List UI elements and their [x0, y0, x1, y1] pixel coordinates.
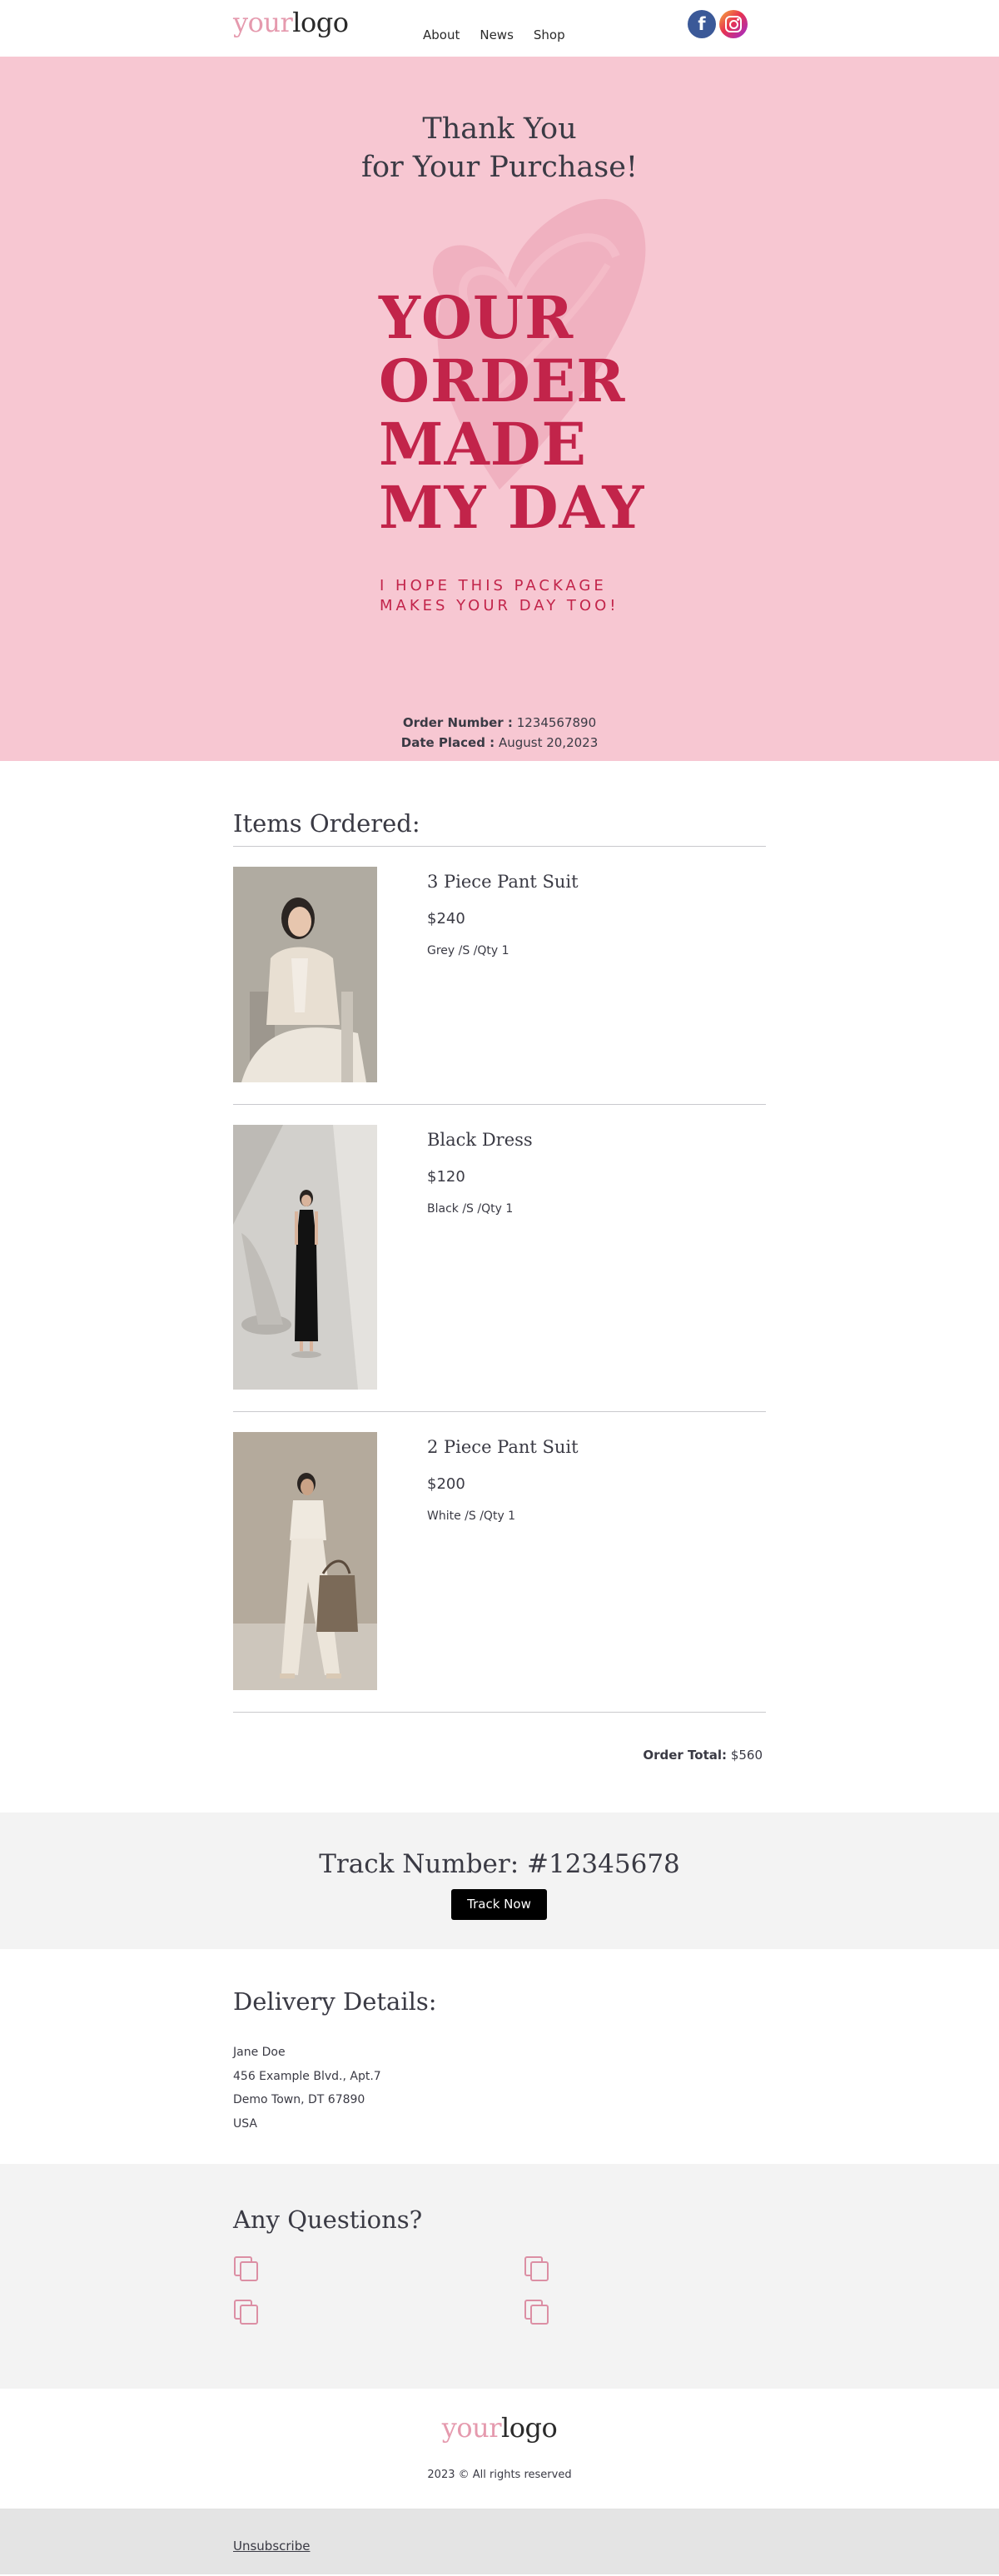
nav-about[interactable]: About — [423, 27, 460, 42]
product-image[interactable] — [233, 1432, 377, 1690]
item-info: 3 Piece Pant Suit $240 Grey /S /Qty 1 — [377, 867, 579, 1082]
questions-section: Any Questions? — [0, 2164, 999, 2389]
hero-banner: Thank You for Your Purchase! YOUR ORDER … — [0, 57, 999, 761]
copy-icon[interactable] — [524, 2255, 550, 2282]
product-image[interactable] — [233, 1125, 377, 1390]
address-line: Demo Town, DT 67890 — [233, 2093, 365, 2106]
copy-icon[interactable] — [233, 2299, 260, 2325]
order-number: 1234567890 — [516, 715, 597, 730]
product-image[interactable] — [233, 867, 377, 1082]
footer: yourlogo 2023 © All rights reserved — [0, 2389, 999, 2509]
nav-shop[interactable]: Shop — [534, 27, 565, 42]
item-options: White /S /Qty 1 — [427, 1509, 516, 1523]
item-options: Black /S /Qty 1 — [427, 1202, 514, 1216]
delivery-title: Delivery Details: — [233, 1987, 437, 2016]
tracking-section: Track Number: #12345678 Track Now — [0, 1813, 999, 1949]
logo[interactable]: yourlogo — [233, 7, 349, 38]
item-name: Black Dress — [427, 1130, 533, 1150]
order-item: 3 Piece Pant Suit $240 Grey /S /Qty 1 — [233, 847, 766, 1104]
order-item: Black Dress $120 Black /S /Qty 1 — [233, 1105, 766, 1411]
address-line: 456 Example Blvd., Apt.7 — [233, 2069, 381, 2083]
track-now-button[interactable]: Track Now — [451, 1889, 547, 1920]
questions-title: Any Questions? — [233, 2206, 423, 2234]
item-price: $200 — [427, 1475, 465, 1493]
delivery-section: Delivery Details: Jane Doe 456 Example B… — [233, 1949, 766, 2164]
footer-logo[interactable]: yourlogo — [0, 2412, 999, 2444]
hero-title: Thank You for Your Purchase! — [361, 112, 638, 184]
copy-icon[interactable] — [233, 2255, 260, 2282]
questions-grid — [233, 2255, 766, 2325]
address-line: USA — [233, 2116, 257, 2131]
hero-headline: YOUR ORDER MADE MY DAY — [379, 283, 645, 542]
order-meta: Order Number : 1234567890 Date Placed : … — [400, 715, 599, 750]
delivery-address: Jane Doe 456 Example Blvd., Apt.7 Demo T… — [233, 2041, 766, 2136]
item-info: 2 Piece Pant Suit $200 White /S /Qty 1 — [377, 1432, 579, 1690]
order-total: Order Total: $560 — [643, 1748, 763, 1763]
instagram-icon[interactable] — [719, 10, 748, 38]
item-name: 3 Piece Pant Suit — [427, 872, 579, 892]
track-number: Track Number: #12345678 — [319, 1849, 680, 1879]
item-name: 2 Piece Pant Suit — [427, 1437, 579, 1457]
item-info: Black Dress $120 Black /S /Qty 1 — [377, 1125, 533, 1390]
item-options: Grey /S /Qty 1 — [427, 944, 509, 957]
copy-icon[interactable] — [524, 2299, 550, 2325]
header: yourlogo About News Shop f — [0, 0, 999, 57]
item-price: $120 — [427, 1168, 465, 1186]
social-links: f — [688, 10, 748, 38]
order-item: 2 Piece Pant Suit $200 White /S /Qty 1 — [233, 1412, 766, 1712]
nav-news[interactable]: News — [480, 27, 514, 42]
unsubscribe-bar: Unsubscribe — [0, 2509, 999, 2574]
items-section: Items Ordered: 3 Piece Pant Suit $240 Gr… — [233, 761, 766, 1813]
order-date: August 20,2023 — [498, 735, 599, 750]
item-price: $240 — [427, 910, 465, 927]
address-line: Jane Doe — [233, 2046, 286, 2059]
unsubscribe-link[interactable]: Unsubscribe — [233, 2539, 310, 2554]
hero-tagline: I HOPE THIS PACKAGE MAKES YOUR DAY TOO! — [380, 577, 619, 614]
copyright: 2023 © All rights reserved — [427, 2469, 572, 2481]
items-title: Items Ordered: — [233, 809, 420, 838]
main-nav: About News Shop — [423, 27, 565, 42]
facebook-icon[interactable]: f — [688, 10, 716, 38]
order-total-value: $560 — [730, 1748, 763, 1763]
